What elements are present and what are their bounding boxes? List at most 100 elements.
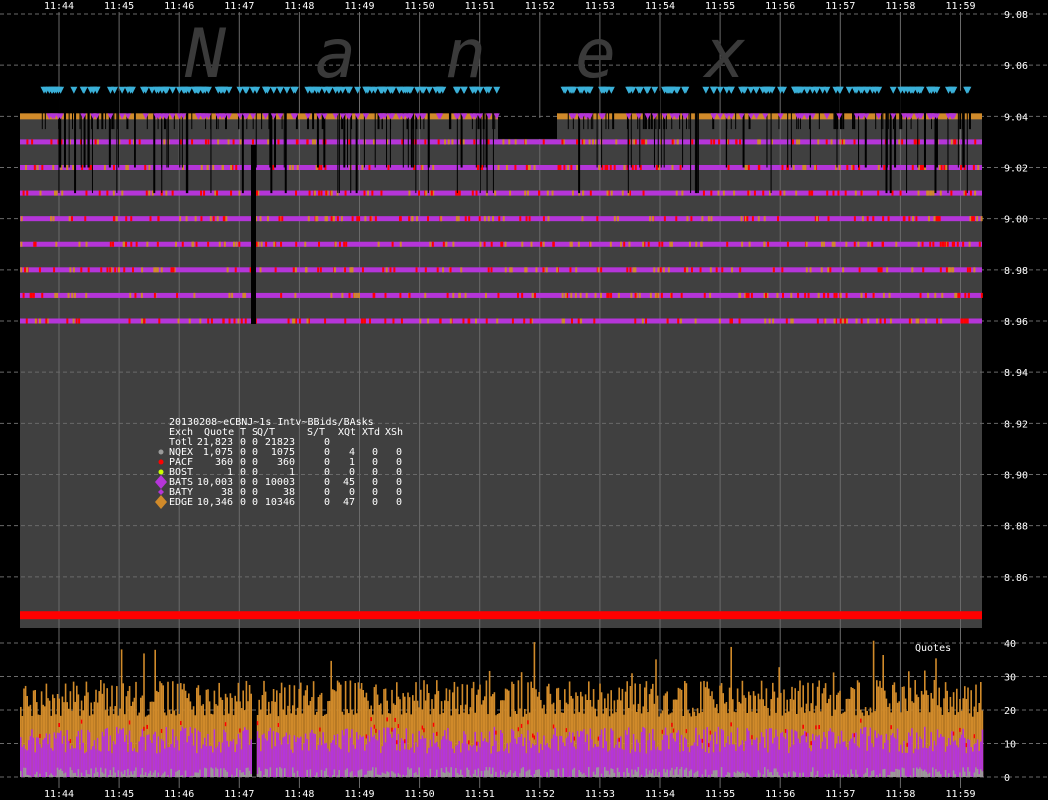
level-quote-tick xyxy=(497,292,500,298)
level-quote-tick xyxy=(78,318,81,324)
volume-bar-bats xyxy=(700,738,702,777)
volume-bar-pacf xyxy=(146,724,148,729)
volume-bar-bats xyxy=(476,751,478,777)
volume-bar-bats xyxy=(642,727,644,777)
level-quote-tick xyxy=(313,190,316,196)
level-quote-tick xyxy=(304,241,307,247)
level-quote-tick xyxy=(295,190,298,196)
level-quote-tick xyxy=(71,292,74,298)
level-quote-tick xyxy=(145,190,148,196)
volume-bar-bats xyxy=(760,732,763,777)
level-quote-tick xyxy=(68,216,71,222)
level-quote-tick xyxy=(634,292,637,298)
volume-bar-nqex xyxy=(284,768,286,777)
level-quote-tick xyxy=(814,165,817,170)
level-quote-tick xyxy=(400,318,403,324)
level-quote-tick xyxy=(143,318,146,324)
volume-bar-pacf xyxy=(128,720,131,725)
volume-bar-nqex xyxy=(815,775,817,777)
volume-bar-nqex xyxy=(455,768,457,777)
volume-bar-bats xyxy=(53,732,56,777)
volume-bar-bats xyxy=(784,739,787,777)
legend-marker-dot xyxy=(158,459,164,465)
volume-bar-nqex xyxy=(824,774,827,777)
legend-cell: 0 xyxy=(240,497,246,508)
level-quote-tick xyxy=(479,241,482,247)
level-quote-tick xyxy=(701,216,704,222)
x-tick-label: 11:55 xyxy=(705,1,735,12)
volume-bar-nqex xyxy=(932,767,934,777)
volume-bar-bats xyxy=(381,746,384,777)
volume-bar-nqex xyxy=(666,769,668,777)
volume-bar-bats xyxy=(848,741,851,777)
volume-bar-bats xyxy=(861,733,864,777)
level-quote-tick xyxy=(296,139,299,145)
volume-bar-pacf xyxy=(69,739,72,744)
level-quote-tick xyxy=(740,216,743,222)
level-quote-tick xyxy=(925,318,928,324)
level-quote-tick xyxy=(485,318,488,324)
volume-bar-bats xyxy=(936,729,939,777)
volume-bar-bats xyxy=(844,741,846,777)
y-tick-label: 9.04 xyxy=(1004,112,1028,123)
volume-bar-bats xyxy=(956,745,958,777)
volume-bar-nqex xyxy=(410,768,412,777)
volume-bar-nqex xyxy=(887,775,889,777)
level-quote-tick xyxy=(882,241,885,247)
volume-bar-nqex xyxy=(88,774,91,777)
volume-bar-nqex xyxy=(898,769,900,777)
level-quote-tick xyxy=(277,139,280,145)
level-quote-tick xyxy=(125,241,128,247)
volume-bar-bats xyxy=(319,737,321,777)
volume-bar-nqex xyxy=(530,775,532,777)
level-quote-tick xyxy=(524,190,527,196)
level-quote-tick xyxy=(138,139,141,145)
volume-bar-nqex xyxy=(500,770,502,777)
level-quote-tick xyxy=(887,216,890,222)
volume-bar-bats xyxy=(448,740,451,777)
level-quote-tick xyxy=(891,190,894,196)
volume-bar-nqex xyxy=(892,771,894,777)
volume-bar-nqex xyxy=(364,774,366,777)
level-quote-tick xyxy=(351,216,354,222)
volume-bar-bats xyxy=(39,744,41,777)
level-quote-tick xyxy=(845,241,848,247)
volume-bar-bats xyxy=(858,747,860,777)
volume-bar-bats xyxy=(759,742,761,777)
level-quote-tick xyxy=(478,216,481,222)
volume-bar-nqex xyxy=(759,772,761,777)
level-quote-tick xyxy=(580,318,583,324)
level-quote-tick xyxy=(872,292,875,298)
level-quote-tick xyxy=(272,165,275,170)
volume-bar-nqex xyxy=(783,773,785,777)
level-quote-tick xyxy=(502,216,505,222)
level-quote-tick xyxy=(408,216,411,222)
level-quote-tick xyxy=(392,318,395,324)
volume-bar-nqex xyxy=(925,771,928,777)
level-quote-tick xyxy=(504,267,507,273)
level-quote-tick xyxy=(830,139,833,145)
volume-bar-nqex xyxy=(487,770,489,777)
volume-bar-bats xyxy=(506,743,508,777)
volume-bar-bats xyxy=(821,741,824,777)
level-quote-tick xyxy=(956,241,959,247)
level-quote-tick xyxy=(872,216,875,222)
level-quote-tick xyxy=(710,216,713,222)
level-quote-tick xyxy=(278,216,281,222)
level-quote-tick xyxy=(421,165,424,170)
level-quote-tick xyxy=(795,190,798,196)
level-quote-tick xyxy=(490,267,493,273)
level-quote-tick xyxy=(634,165,637,170)
volume-bar-nqex xyxy=(194,772,196,777)
level-quote-tick xyxy=(129,292,132,298)
volume-bar-bats xyxy=(154,731,156,777)
level-quote-tick xyxy=(384,318,387,324)
volume-bar-bats xyxy=(183,728,185,777)
volume-bar-bats xyxy=(698,734,700,777)
volume-bar-bats xyxy=(516,743,518,777)
x-tick-label: 11:50 xyxy=(405,1,435,12)
level-quote-tick xyxy=(230,190,233,196)
volume-bar-bats xyxy=(354,748,356,777)
volume-bar-bats xyxy=(701,748,704,777)
level-quote-tick xyxy=(72,318,75,324)
